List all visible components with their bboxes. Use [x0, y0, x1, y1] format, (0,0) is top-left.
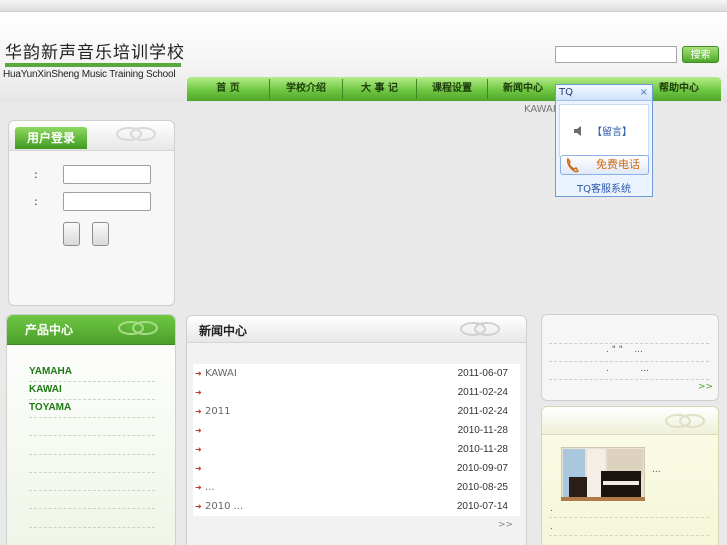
piano-room-photo[interactable]: [561, 447, 645, 501]
tq-title: TQ: [559, 87, 573, 98]
register-button[interactable]: [92, 222, 109, 246]
panel-divider: [549, 517, 709, 518]
swirl-ornament-icon: [118, 321, 158, 335]
right-bottom-bullet: .: [550, 504, 553, 514]
phone-icon: [566, 157, 579, 173]
login-button[interactable]: [63, 222, 80, 246]
bullet-arrow-icon: ➜: [195, 502, 202, 511]
right-top-more-link[interactable]: >>: [698, 382, 713, 392]
tq-header: TQ ×: [556, 85, 652, 101]
product-divider: [29, 417, 155, 418]
nav-news[interactable]: 新闻中心: [488, 77, 558, 101]
login-title: 用户登录: [15, 127, 88, 149]
product-divider: [29, 472, 155, 473]
swirl-ornament-icon: [460, 322, 500, 336]
news-item[interactable]: ➜ 2011-02-24: [195, 383, 508, 402]
bullet-arrow-icon: ➜: [195, 445, 202, 454]
product-divider: [29, 508, 155, 509]
nav-help[interactable]: 帮助中心: [643, 77, 715, 101]
bullet-arrow-icon: ➜: [195, 369, 202, 378]
login-panel: 用户登录: [8, 120, 175, 306]
nav-events[interactable]: 大 事 记: [343, 77, 416, 101]
username-label: :: [34, 168, 38, 181]
product-link-yamaha[interactable]: YAMAHA: [29, 366, 72, 377]
nav-courses[interactable]: 课程设置: [417, 77, 487, 101]
swirl-ornament-icon: [116, 127, 156, 141]
product-divider: [29, 435, 155, 436]
right-top-panel: [541, 314, 719, 401]
username-input[interactable]: [63, 165, 151, 184]
tq-footer[interactable]: TQ客服系统: [556, 180, 652, 195]
photo-caption[interactable]: ...: [652, 465, 661, 475]
logo-english: HuaYunXinSheng Music Training School: [3, 69, 176, 80]
product-link-kawai[interactable]: KAWAI: [29, 384, 62, 395]
swirl-ornament-icon: [665, 414, 705, 428]
logo-chinese[interactable]: 华韵新声音乐培训学校: [5, 38, 185, 63]
bullet-arrow-icon: ➜: [195, 464, 202, 473]
panel-divider: [549, 379, 709, 380]
tq-message-area: 【留言】: [559, 104, 649, 157]
search-input[interactable]: [555, 46, 677, 63]
panel-divider: [549, 343, 709, 344]
product-title: 产品中心: [25, 323, 74, 337]
tq-free-call-button[interactable]: 免费电话: [560, 155, 649, 175]
close-icon[interactable]: ×: [640, 85, 648, 101]
panel-divider: [549, 535, 709, 536]
bullet-arrow-icon: ➜: [195, 426, 202, 435]
bullet-arrow-icon: ➜: [195, 483, 202, 492]
nav-home[interactable]: 首 页: [187, 77, 269, 101]
product-divider: [29, 454, 155, 455]
product-divider: [29, 527, 155, 528]
news-item[interactable]: ➜ 2010-11-28: [195, 421, 508, 440]
tq-chat-widget: TQ × 【留言】 免费电话 TQ客服系统: [555, 84, 653, 197]
product-link-toyama[interactable]: TOYAMA: [29, 402, 71, 413]
logo-underline: [5, 63, 181, 67]
nav-about[interactable]: 学校介绍: [270, 77, 342, 101]
news-more-link[interactable]: >>: [498, 520, 513, 530]
news-item[interactable]: ➜ 2011 2011-02-24: [195, 402, 508, 421]
news-title: 新闻中心: [199, 324, 248, 338]
news-item[interactable]: ➜ ... 2010-08-25: [195, 478, 508, 497]
bullet-arrow-icon: ➜: [195, 407, 202, 416]
news-item[interactable]: ➜ 2010-09-07: [195, 459, 508, 478]
news-item[interactable]: ➜ 2010-11-28: [195, 440, 508, 459]
product-divider: [29, 399, 155, 400]
search-button[interactable]: 搜索: [682, 46, 719, 63]
tq-leave-message-link[interactable]: 【留言】: [592, 123, 632, 138]
news-item[interactable]: ➜ KAWAI 2011-06-07: [195, 364, 508, 383]
top-strip: [0, 0, 727, 12]
password-label: :: [34, 195, 38, 208]
news-item[interactable]: ➜ 2010 ... 2010-07-14: [195, 497, 508, 516]
right-top-item[interactable]: . " " ...: [606, 345, 643, 355]
product-divider: [29, 381, 155, 382]
right-top-item[interactable]: . ...: [606, 364, 649, 374]
right-bottom-bullet: .: [550, 522, 553, 532]
product-panel: 产品中心: [6, 314, 176, 545]
tq-free-call-label: 免费电话: [596, 158, 640, 171]
panel-divider: [549, 361, 709, 362]
password-input[interactable]: [63, 192, 151, 211]
speaker-icon: [574, 126, 581, 136]
product-divider: [29, 490, 155, 491]
bullet-arrow-icon: ➜: [195, 388, 202, 397]
